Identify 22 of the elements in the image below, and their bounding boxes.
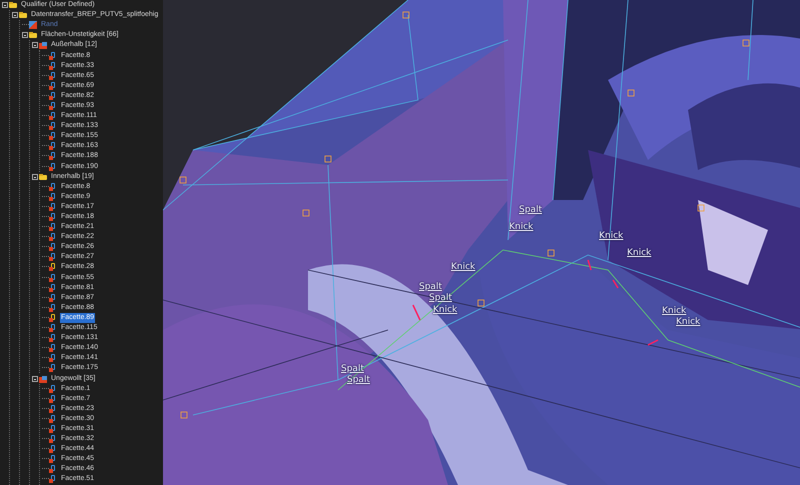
folder-icon — [19, 11, 27, 20]
collapse-icon[interactable] — [32, 376, 38, 382]
group-folder-icon — [39, 41, 47, 50]
collapse-icon[interactable] — [12, 12, 18, 18]
annotation-label: Spalt — [419, 282, 442, 292]
annotation-label: Knick — [509, 222, 534, 232]
collapse-icon[interactable] — [2, 2, 8, 8]
square-icon — [29, 21, 37, 30]
folder-icon — [29, 31, 37, 40]
annotation-label: Knick — [662, 306, 686, 316]
collapse-icon[interactable] — [32, 174, 38, 180]
annotation-label: Spalt — [519, 205, 542, 215]
collapse-icon[interactable] — [22, 32, 28, 38]
folder-icon — [39, 172, 47, 181]
annotation-label: Knick — [451, 262, 476, 272]
annotation-label: Spalt — [347, 375, 370, 385]
annotation-label: Knick — [627, 248, 652, 258]
collapse-icon[interactable] — [32, 42, 38, 48]
folder-icon — [9, 1, 17, 10]
annotation-label: Knick — [433, 305, 458, 315]
annotation-label: Knick — [676, 317, 700, 327]
group-folder-icon — [39, 374, 47, 383]
